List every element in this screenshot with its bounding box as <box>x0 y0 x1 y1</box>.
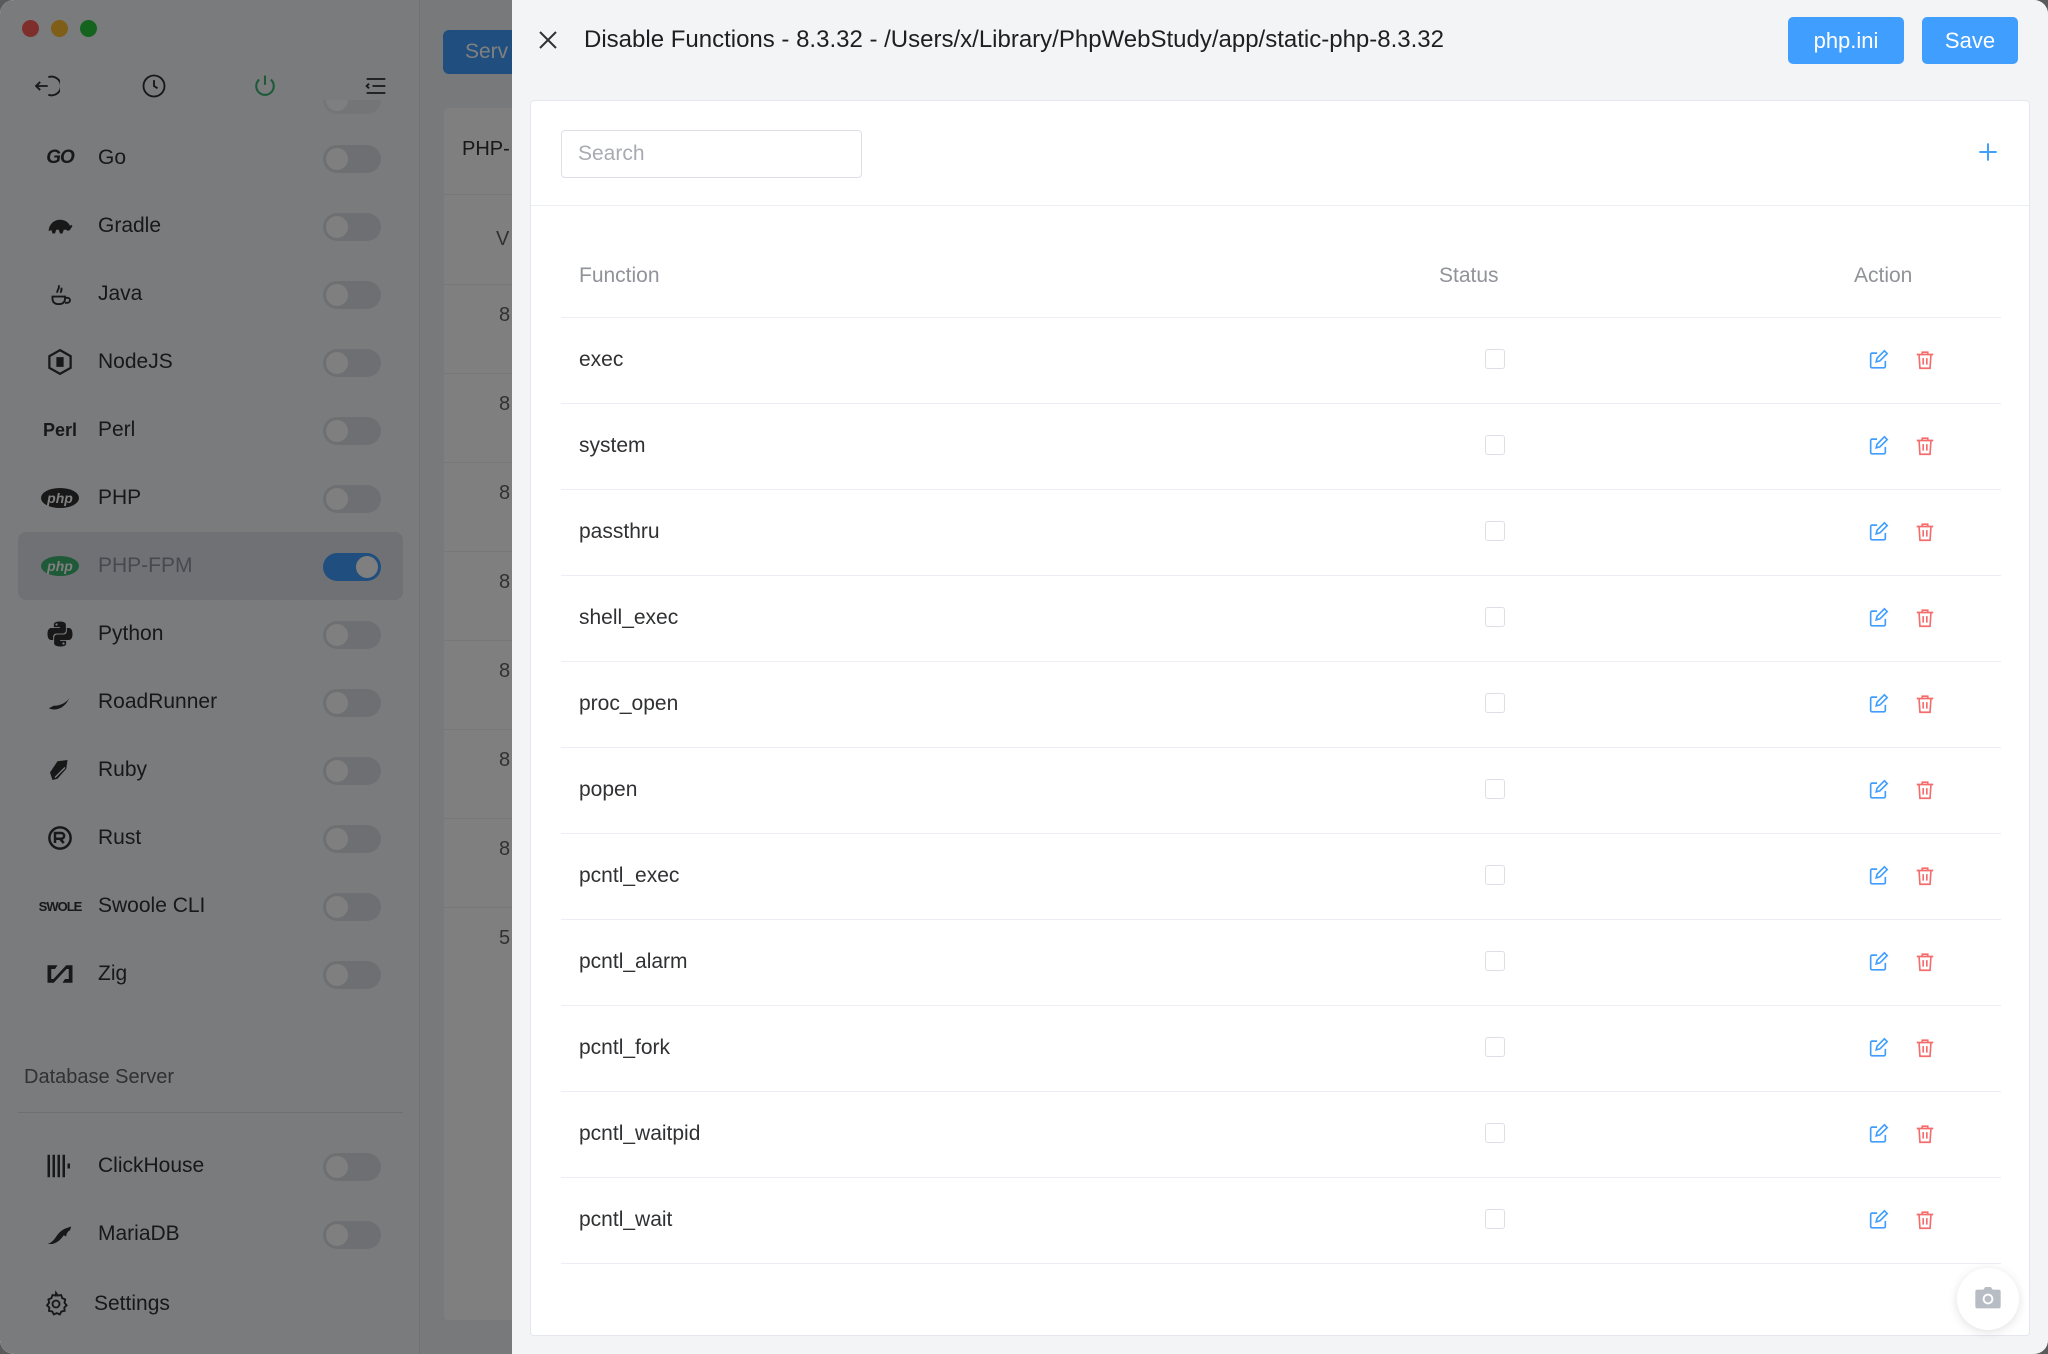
status-checkbox[interactable] <box>1485 1037 1505 1057</box>
status-checkbox[interactable] <box>1485 779 1505 799</box>
status-checkbox[interactable] <box>1485 521 1505 541</box>
drawer-header: Disable Functions - 8.3.32 - /Users/x/Li… <box>512 0 2048 82</box>
table-header: Function Status Action <box>561 206 2001 318</box>
delete-button[interactable] <box>1914 1037 1936 1059</box>
status-checkbox[interactable] <box>1485 1209 1505 1229</box>
functions-table: Function Status Action exec system passthr… <box>561 206 2001 1304</box>
function-name: passthru <box>579 520 660 543</box>
table-row: shell_exec <box>561 576 2001 662</box>
edit-button[interactable] <box>1867 435 1889 457</box>
column-status: Status <box>1439 264 1499 287</box>
trash-icon <box>1914 1211 1936 1235</box>
delete-button[interactable] <box>1914 779 1936 801</box>
edit-button[interactable] <box>1867 1123 1889 1145</box>
function-name: exec <box>579 348 624 371</box>
delete-button[interactable] <box>1914 349 1936 371</box>
php-ini-button[interactable]: php.ini <box>1788 17 1904 64</box>
table-row: pcntl_fork <box>561 1006 2001 1092</box>
table-row: system <box>561 404 2001 490</box>
column-function: Function <box>579 264 660 287</box>
trash-icon <box>1914 351 1936 375</box>
delete-button[interactable] <box>1914 951 1936 973</box>
trash-icon <box>1914 437 1936 461</box>
disable-functions-drawer: Disable Functions - 8.3.32 - /Users/x/Li… <box>512 0 2048 1354</box>
table-row: pcntl_wait <box>561 1178 2001 1264</box>
function-name: pcntl_alarm <box>579 950 688 973</box>
edit-icon <box>1867 607 1889 633</box>
delete-button[interactable] <box>1914 607 1936 629</box>
trash-icon <box>1914 953 1936 977</box>
delete-button[interactable] <box>1914 521 1936 543</box>
table-row: exec <box>561 318 2001 404</box>
card-toolbar <box>531 101 2029 206</box>
edit-button[interactable] <box>1867 779 1889 801</box>
function-name: pcntl_fork <box>579 1036 671 1059</box>
edit-button[interactable] <box>1867 607 1889 629</box>
status-checkbox[interactable] <box>1485 693 1505 713</box>
trash-icon <box>1914 523 1936 547</box>
delete-button[interactable] <box>1914 693 1936 715</box>
function-name: system <box>579 434 646 457</box>
close-drawer-button[interactable] <box>534 26 562 54</box>
app-window: GOGoGradleJavaNodeJSPerlPerlphpPHPphpPHP… <box>0 0 2048 1354</box>
status-checkbox[interactable] <box>1485 1123 1505 1143</box>
trash-icon <box>1914 609 1936 633</box>
status-checkbox[interactable] <box>1485 435 1505 455</box>
functions-card: Function Status Action exec system passthr… <box>530 100 2030 1336</box>
edit-icon <box>1867 779 1889 805</box>
plus-icon <box>1979 143 1997 161</box>
status-checkbox[interactable] <box>1485 349 1505 369</box>
delete-button[interactable] <box>1914 435 1936 457</box>
scroll-fade <box>531 1271 2029 1335</box>
search-input[interactable] <box>561 130 862 178</box>
status-checkbox[interactable] <box>1485 607 1505 627</box>
table-body: exec system passthru shell_exec proc_openpop… <box>561 318 2001 1264</box>
edit-icon <box>1867 1209 1889 1235</box>
function-name: pcntl_wait <box>579 1208 673 1231</box>
camera-icon <box>1975 1287 2001 1309</box>
edit-icon <box>1867 693 1889 719</box>
trash-icon <box>1914 867 1936 891</box>
trash-icon <box>1914 1039 1936 1063</box>
edit-button[interactable] <box>1867 1037 1889 1059</box>
function-name: pcntl_exec <box>579 864 680 887</box>
edit-icon <box>1867 349 1889 375</box>
table-row: passthru <box>561 490 2001 576</box>
function-name: proc_open <box>579 692 679 715</box>
status-checkbox[interactable] <box>1485 951 1505 971</box>
close-icon <box>539 31 557 49</box>
edit-button[interactable] <box>1867 865 1889 887</box>
edit-icon <box>1867 435 1889 461</box>
status-checkbox[interactable] <box>1485 865 1505 885</box>
edit-icon <box>1867 951 1889 977</box>
edit-icon <box>1867 1123 1889 1149</box>
function-name: pcntl_waitpid <box>579 1122 701 1145</box>
trash-icon <box>1914 1125 1936 1149</box>
edit-button[interactable] <box>1867 521 1889 543</box>
edit-button[interactable] <box>1867 951 1889 973</box>
delete-button[interactable] <box>1914 1123 1936 1145</box>
trash-icon <box>1914 695 1936 719</box>
save-button[interactable]: Save <box>1922 17 2018 64</box>
table-row: popen <box>561 748 2001 834</box>
function-name: shell_exec <box>579 606 679 629</box>
function-name: popen <box>579 778 638 801</box>
table-row: pcntl_alarm <box>561 920 2001 1006</box>
table-row: pcntl_exec <box>561 834 2001 920</box>
edit-button[interactable] <box>1867 1209 1889 1231</box>
edit-button[interactable] <box>1867 693 1889 715</box>
edit-icon <box>1867 521 1889 547</box>
edit-button[interactable] <box>1867 349 1889 371</box>
edit-icon <box>1867 865 1889 891</box>
table-row: proc_open <box>561 662 2001 748</box>
column-action: Action <box>1854 264 1913 287</box>
delete-button[interactable] <box>1914 1209 1936 1231</box>
delete-button[interactable] <box>1914 865 1936 887</box>
edit-icon <box>1867 1037 1889 1063</box>
table-row: pcntl_waitpid <box>561 1092 2001 1178</box>
screenshot-button[interactable] <box>1957 1268 2019 1330</box>
add-function-button[interactable] <box>1975 139 2001 165</box>
trash-icon <box>1914 781 1936 805</box>
drawer-title: Disable Functions - 8.3.32 - /Users/x/Li… <box>584 26 1444 53</box>
